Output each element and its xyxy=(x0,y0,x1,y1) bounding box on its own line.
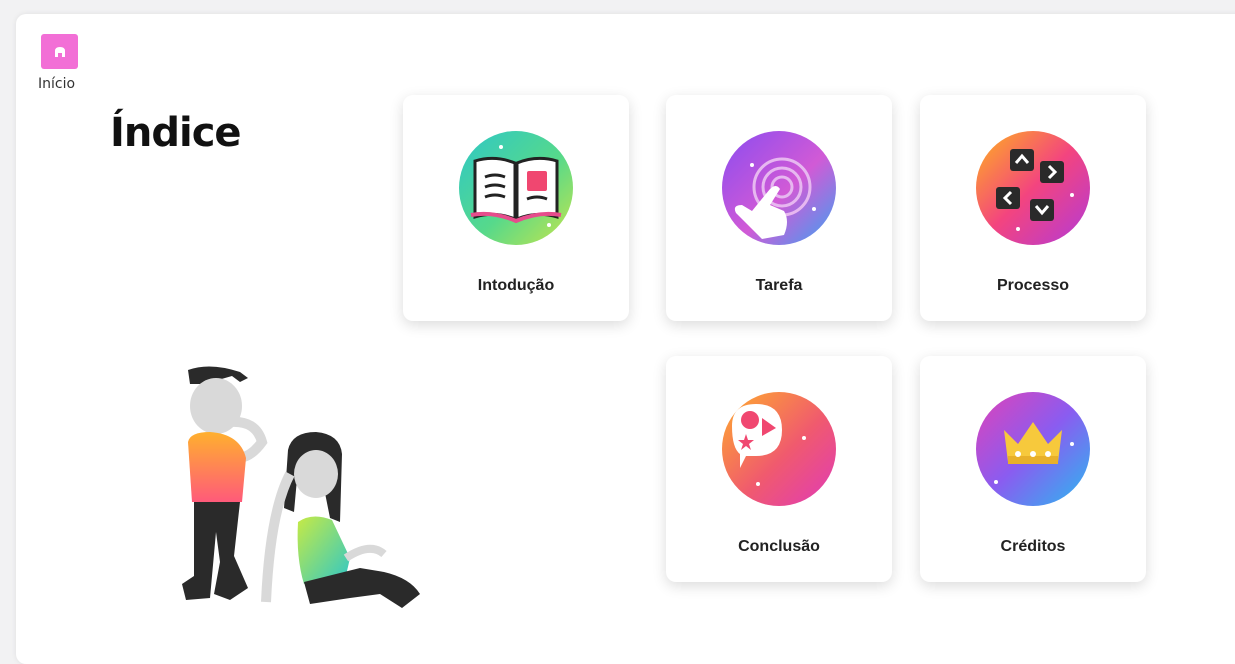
page-title: Índice xyxy=(110,110,242,156)
card-label: Processo xyxy=(996,277,1070,294)
people-illustration xyxy=(182,366,420,608)
card-processo[interactable]: Processo xyxy=(920,95,1146,321)
speech-bubble-shapes-icon xyxy=(722,392,836,506)
card-introducao[interactable]: Intodução xyxy=(403,95,629,321)
card-label: Créditos xyxy=(1000,538,1066,555)
card-label: Tarefa xyxy=(755,277,803,294)
crown-icon xyxy=(976,392,1090,506)
card-conclusao[interactable]: Conclusão xyxy=(666,356,892,582)
home-button[interactable] xyxy=(41,34,78,69)
home-label: Início xyxy=(38,76,76,92)
open-book-icon xyxy=(459,131,573,245)
card-label: Intodução xyxy=(477,277,555,294)
arrow-keys-icon xyxy=(976,131,1090,245)
card-tarefa[interactable]: Tarefa xyxy=(666,95,892,321)
touch-icon xyxy=(722,131,836,245)
card-creditos[interactable]: Créditos xyxy=(920,356,1146,582)
home-icon xyxy=(54,46,65,57)
card-label: Conclusão xyxy=(738,538,820,555)
